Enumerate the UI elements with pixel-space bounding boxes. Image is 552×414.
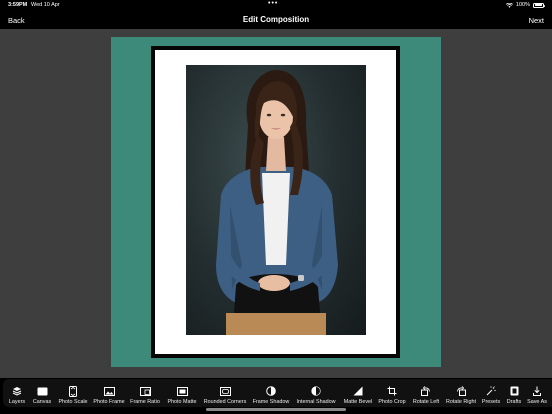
- status-bar: 3:59PM Wed 10 Apr ••• 100%: [0, 0, 552, 10]
- rounded-corners-icon: [219, 384, 231, 398]
- layers-icon: [12, 384, 22, 398]
- navigation-bar: Back Edit Composition Next: [0, 11, 552, 29]
- canvas-icon: [37, 384, 48, 398]
- photo-matte[interactable]: [155, 50, 396, 354]
- toolbar-item-frame-shadow[interactable]: Frame Shadow: [251, 379, 291, 407]
- toolbar-item-label: Canvas: [32, 399, 52, 405]
- wifi-icon: [505, 2, 513, 8]
- toolbar-item-photo-crop[interactable]: Photo Crop: [377, 379, 407, 407]
- screen: 3:59PM Wed 10 Apr ••• 100% Back Edit Com…: [0, 0, 552, 414]
- toolbar-item-internal-shadow[interactable]: Internal Shadow: [294, 379, 338, 407]
- toolbar-item-drafts[interactable]: Drafts: [503, 379, 525, 407]
- rotate-right-icon: [456, 384, 466, 398]
- rotate-left-icon: [421, 384, 431, 398]
- drafts-icon: [510, 384, 519, 398]
- frame-shadow-icon: [266, 384, 276, 398]
- composition-canvas[interactable]: [111, 37, 441, 367]
- toolbar-item-photo-frame[interactable]: Photo Frame: [92, 379, 126, 407]
- toolbar-item-label: Internal Shadow: [296, 399, 336, 405]
- work-area: [0, 29, 552, 378]
- status-right: 100%: [505, 2, 545, 8]
- toolbar-item-label: Matte Bevel: [343, 399, 373, 405]
- toolbar-item-label: Drafts: [506, 399, 522, 405]
- toolbar-item-rounded-corners[interactable]: Rounded Corners: [202, 379, 248, 407]
- status-date: Wed 10 Apr: [31, 2, 60, 8]
- toolbar-item-layers[interactable]: Layers: [5, 379, 29, 407]
- photo-crop-icon: [387, 384, 397, 398]
- toolbar-item-label: Rotate Left: [412, 399, 440, 405]
- toolbar-item-label: Rounded Corners: [203, 399, 247, 405]
- toolbar-item-label: Frame Ratio: [130, 399, 160, 405]
- toolbar-item-photo-matte[interactable]: Photo Matte: [165, 379, 199, 407]
- toolbar-item-label: Photo Crop: [378, 399, 406, 405]
- toolbar-item-matte-bevel[interactable]: Matte Bevel: [341, 379, 375, 407]
- toolbar-item-label: Save As: [527, 399, 547, 405]
- portrait-illustration: [216, 70, 338, 335]
- toolbar-item-label: Layers: [8, 399, 26, 405]
- photo-scale-icon: [69, 384, 77, 398]
- next-button[interactable]: Next: [529, 16, 544, 25]
- photo-matte-icon: [176, 384, 188, 398]
- toolbar-item-photo-scale[interactable]: Photo Scale: [57, 379, 89, 407]
- toolbar-item-canvas[interactable]: Canvas: [30, 379, 54, 407]
- battery-icon: [533, 2, 545, 8]
- toolbar-item-label: Photo Scale: [58, 399, 88, 405]
- page-title: Edit Composition: [242, 15, 310, 24]
- bottom-toolbar: Layers Canvas Photo Scale Photo Frame Fr: [3, 379, 552, 407]
- toolbar-item-rotate-left[interactable]: Rotate Left: [409, 379, 443, 407]
- toolbar-item-save-as[interactable]: Save As: [525, 379, 549, 407]
- toolbar-item-label: Presets: [481, 399, 501, 405]
- frame-ratio-icon: [139, 384, 151, 398]
- save-as-icon: [533, 384, 541, 398]
- matte-bevel-icon: [353, 384, 363, 398]
- photo-frame[interactable]: [151, 46, 400, 358]
- toolbar-item-label: Photo Matte: [167, 399, 197, 405]
- toolbar-item-presets[interactable]: Presets: [479, 379, 503, 407]
- home-indicator[interactable]: [206, 408, 346, 411]
- multitasking-dots[interactable]: •••: [268, 0, 278, 7]
- toolbar-item-label: Photo Frame: [93, 399, 125, 405]
- toolbar-item-frame-ratio[interactable]: Frame Ratio: [129, 379, 161, 407]
- presets-icon: [486, 384, 496, 398]
- battery-percent: 100%: [515, 2, 530, 8]
- stool-shape: [226, 313, 326, 335]
- photo-frame-icon: [103, 384, 115, 398]
- toolbar-item-label: Rotate Right: [446, 399, 476, 405]
- status-time: 3:59PM: [8, 2, 28, 8]
- portrait-photo[interactable]: [186, 65, 366, 335]
- internal-shadow-icon: [311, 384, 321, 398]
- toolbar-item-label: Frame Shadow: [252, 399, 290, 405]
- toolbar-item-rotate-right[interactable]: Rotate Right: [443, 379, 479, 407]
